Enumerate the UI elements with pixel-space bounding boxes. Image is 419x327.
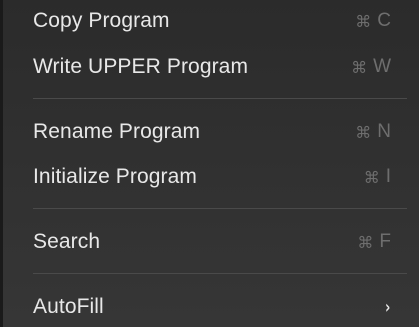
- menu-separator: [33, 208, 407, 209]
- menu-item-rename-program[interactable]: Rename Program ⌘ N: [33, 115, 391, 149]
- menu-item-search[interactable]: Search ⌘ F: [33, 225, 391, 259]
- command-key-icon: ⌘: [355, 122, 372, 142]
- shortcut-hint: ⌘ W: [351, 56, 391, 78]
- shortcut-hint: ⌘ F: [357, 231, 391, 253]
- command-key-icon: ⌘: [357, 232, 374, 252]
- menu-item-label: Initialize Program: [33, 165, 198, 188]
- context-menu: Copy Program ⌘ C Write UPPER Program ⌘ W…: [0, 0, 419, 327]
- menu-item-autofill[interactable]: AutoFill ›: [33, 290, 391, 324]
- shortcut-key: C: [377, 10, 391, 31]
- menu-item-label: Copy Program: [33, 9, 170, 32]
- shortcut-key: N: [377, 121, 391, 142]
- menu-separator: [33, 273, 407, 274]
- shortcut-hint: ⌘ I: [364, 166, 391, 188]
- menu-item-write-upper-program[interactable]: Write UPPER Program ⌘ W: [33, 50, 391, 84]
- shortcut-key: I: [385, 166, 391, 187]
- menu-item-copy-program[interactable]: Copy Program ⌘ C: [33, 4, 391, 38]
- menu-item-label: AutoFill: [33, 295, 104, 318]
- shortcut-key: F: [379, 231, 391, 252]
- menu-item-label: Write UPPER Program: [33, 55, 249, 78]
- chevron-right-icon: ›: [384, 296, 390, 318]
- command-key-icon: ⌘: [355, 11, 372, 31]
- command-key-icon: ⌘: [351, 57, 368, 77]
- shortcut-hint: ⌘ N: [355, 121, 391, 143]
- shortcut-hint: ⌘ C: [355, 10, 391, 32]
- menu-item-label: Search: [33, 230, 101, 253]
- menu-item-label: Rename Program: [33, 120, 201, 143]
- command-key-icon: ⌘: [363, 167, 380, 187]
- menu-item-initialize-program[interactable]: Initialize Program ⌘ I: [33, 160, 391, 194]
- menu-separator: [33, 98, 407, 99]
- shortcut-key: W: [373, 56, 391, 77]
